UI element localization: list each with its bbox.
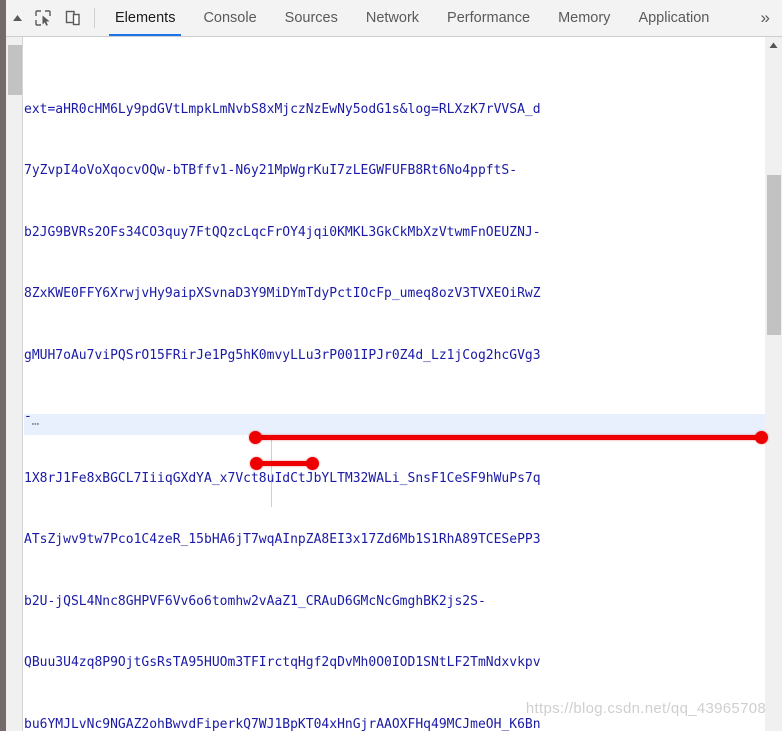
collapse-arrow-icon[interactable] bbox=[6, 0, 28, 36]
devtools-window: Elements Console Sources Network Perform… bbox=[0, 0, 782, 731]
tab-label: Elements bbox=[115, 10, 176, 26]
tab-application[interactable]: Application bbox=[624, 0, 723, 36]
attr-blob-line: b2JG9BVRs2OFs34CO3quy7FtQQzcLqcFrOY4jqi0… bbox=[24, 224, 541, 240]
left-scrollbar-thumb[interactable] bbox=[8, 45, 22, 95]
attr-blob-line: bu6YMJLvNc9NGAZ2ohBwvdFiperkQ7WJ1BpKT04x… bbox=[24, 716, 541, 731]
annotation-dot-short-right bbox=[306, 457, 319, 470]
attr-blob-line: 1X8rJ1Fe8xBGCL7IiiqGXdYA_x7Vct8uIdCtJbYL… bbox=[24, 470, 541, 486]
tab-console[interactable]: Console bbox=[189, 0, 270, 36]
tab-sources[interactable]: Sources bbox=[271, 0, 352, 36]
dom-tree-code: ext=aHR0cHM6Ly9pdGVtLmpkLmNvbS8xMjczNzEw… bbox=[24, 37, 765, 731]
attr-blob-line: ext=aHR0cHM6Ly9pdGVtLmpkLmNvbS8xMjczNzEw… bbox=[24, 101, 541, 117]
tab-label: Network bbox=[365, 10, 420, 26]
tab-label: Application bbox=[638, 10, 710, 26]
attr-blob-line: 7yZvpI4oVoXqocvOQw-bTBffv1-N6y21MpWgrKuI… bbox=[24, 163, 518, 178]
attr-blob-line: gMUH7oAu7viPQSrO15FRirJe1Pg5hK0mvyLLu3rP… bbox=[24, 347, 541, 363]
tab-label: Console bbox=[203, 10, 257, 26]
tab-label: Performance bbox=[447, 10, 531, 26]
annotation-dot-long-right bbox=[755, 431, 768, 444]
left-scrollbar[interactable] bbox=[6, 37, 23, 731]
more-tabs-icon[interactable]: » bbox=[755, 0, 782, 36]
attr-blob-line: 8ZxKWE0FFY6XrwjvHy9aipXSvnaD3Y9MiDYmTdyP… bbox=[24, 286, 541, 301]
annotation-dot-long-left bbox=[249, 431, 262, 444]
attr-blob-line: - bbox=[24, 409, 32, 424]
inspect-element-icon[interactable] bbox=[28, 0, 58, 36]
dom-tree-scrollbar[interactable] bbox=[765, 37, 782, 731]
tab-memory[interactable]: Memory bbox=[544, 0, 624, 36]
dom-tree-scrollbar-thumb[interactable] bbox=[767, 175, 781, 335]
annotation-line-short bbox=[255, 461, 313, 466]
attr-blob-line: QBuu3U4zq8P9OjtGsRsTA95HUOm3TFIrctqHgf2q… bbox=[24, 655, 541, 670]
device-toolbar-icon[interactable] bbox=[58, 0, 88, 36]
annotation-line-long bbox=[253, 435, 762, 440]
tab-label: Sources bbox=[284, 10, 338, 26]
scroll-up-arrow-icon[interactable] bbox=[765, 37, 782, 54]
tab-label: Memory bbox=[558, 10, 611, 26]
devtools-toolbar: Elements Console Sources Network Perform… bbox=[6, 0, 782, 37]
toolbar-separator bbox=[94, 8, 95, 28]
attr-blob-line: b2U-jQSL4Nnc8GHPVF6Vv6o6tomhw2vAaZ1_CRAu… bbox=[24, 593, 486, 609]
devtools-tab-bar: Elements Console Sources Network Perform… bbox=[101, 0, 755, 36]
tab-network[interactable]: Network bbox=[352, 0, 433, 36]
annotation-dot-short-left bbox=[250, 457, 263, 470]
elements-dom-tree[interactable]: ⋯ ext=aHR0cHM6Ly9pdGVtLmpkLmNvbS8xMjczNz… bbox=[24, 37, 765, 731]
tab-elements[interactable]: Elements bbox=[101, 0, 189, 36]
tab-performance[interactable]: Performance bbox=[433, 0, 544, 36]
attr-blob-line: ATsZjwv9tw7Pco1C4zeR_15bHA6jT7wqAInpZA8E… bbox=[24, 532, 541, 547]
